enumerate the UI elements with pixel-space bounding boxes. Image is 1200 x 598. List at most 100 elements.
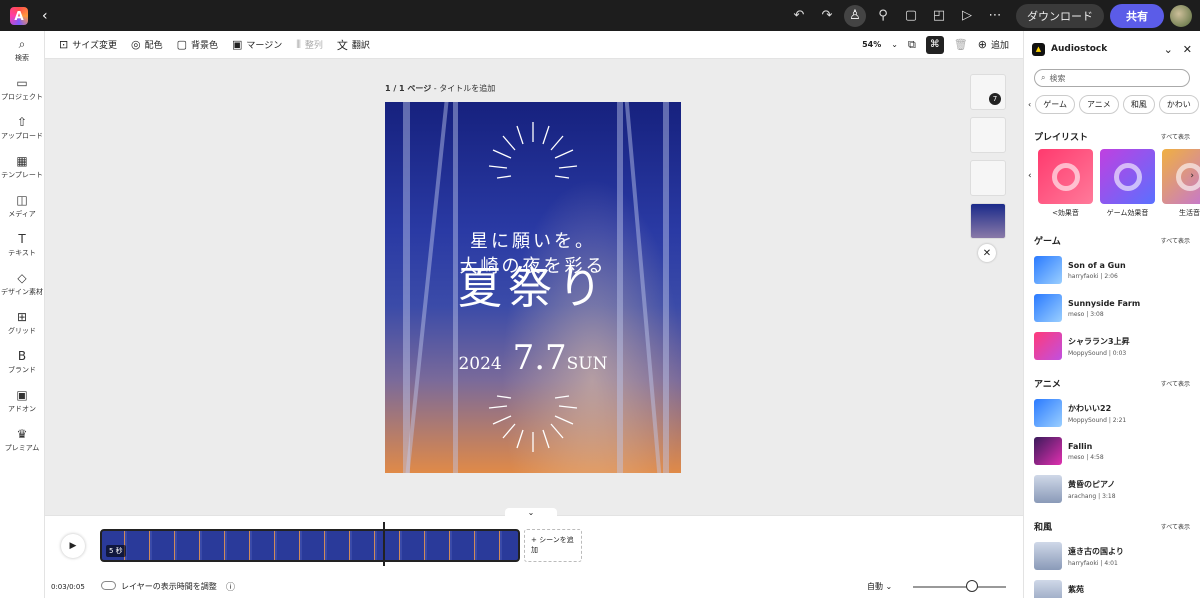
auto-select[interactable]: 自動 ⌄ [867, 581, 892, 592]
sidebar-item-label: 検索 [15, 54, 29, 62]
see-all-link[interactable]: すべて表示 [1161, 379, 1190, 388]
playhead[interactable] [383, 522, 385, 566]
sidebar-item[interactable]: ▦ テンプレート [0, 148, 44, 187]
layers-icon[interactable]: ⧉ [908, 38, 916, 52]
sidebar-item[interactable]: ▣ アドオン [0, 382, 44, 421]
search-input[interactable]: ⌕ 検索 [1034, 69, 1190, 87]
download-button[interactable]: ダウンロード [1016, 3, 1104, 28]
track-name: かわいい22 [1068, 403, 1112, 413]
resize-button[interactable]: ⊡ サイズ変更 [59, 38, 117, 51]
scene-clip[interactable]: 5 秒 [100, 529, 520, 562]
margin-button[interactable]: ▣ マージン [232, 38, 282, 51]
panel-title: Audiostock [1051, 44, 1108, 54]
play-icon[interactable]: ▶ [61, 534, 85, 558]
time-readout: 0:03/0:05 [51, 583, 85, 591]
share-button[interactable]: 共有 [1110, 3, 1164, 28]
chevron-down-icon[interactable]: ⌄ [1164, 43, 1173, 56]
poster[interactable]: 星に願いを。 大崎の夜を彩る 夏祭り 2024 7.7SUN [385, 102, 681, 473]
add-button[interactable]: ⊕ 追加 [978, 38, 1009, 51]
see-all-link[interactable]: すべて表示 [1161, 132, 1190, 141]
present-icon[interactable]: ▷ [956, 5, 978, 27]
track-item[interactable]: Sunnyside Farm meso | 3:08 [1024, 293, 1200, 323]
sidebar-icon: ▣ [16, 388, 28, 402]
thumbnail[interactable] [970, 117, 1006, 153]
comment-icon[interactable]: ▢ [900, 5, 922, 27]
sidebar-item-label: グリッド [8, 327, 36, 335]
track-thumbnail [1034, 580, 1062, 598]
sidebar-item[interactable]: ⇧ アップロード [0, 109, 44, 148]
sidebar-item[interactable]: ▭ プロジェクト [0, 70, 44, 109]
search-icon: ⌕ [1041, 73, 1046, 82]
track-thumbnail [1034, 256, 1062, 284]
track-meta: harryfaoki | 2:06 [1068, 272, 1118, 280]
track-item[interactable]: シャララン3上昇 MoppySound | 0:03 [1024, 331, 1200, 361]
add-scene-button[interactable]: + シーンを追加 [524, 529, 582, 562]
sidebar-item-label: ブランド [8, 366, 36, 374]
chevron-left-icon[interactable]: ‹ [1028, 171, 1032, 181]
track-name: Son of a Gun [1068, 260, 1126, 270]
trash-icon[interactable]: 🗑 [954, 38, 968, 51]
app-logo-icon[interactable]: A [10, 6, 28, 25]
thumbnail-selected[interactable] [970, 203, 1006, 239]
sidebar-item-label: メディア [8, 210, 36, 218]
location-icon[interactable]: ⚲ [872, 5, 894, 27]
track-item[interactable]: 黄昏のピアノ arachang | 3:18 [1024, 474, 1200, 504]
layer-duration-toggle[interactable] [101, 581, 116, 590]
chevron-down-icon[interactable]: ⌄ [891, 40, 898, 49]
avatar[interactable] [1170, 4, 1192, 27]
user-icon[interactable]: ♙ [844, 4, 866, 27]
sidebar-item[interactable]: T テキスト [0, 226, 44, 265]
track-item[interactable]: 紫苑arachang | 3:24 [1024, 579, 1200, 598]
slider-handle[interactable] [966, 580, 978, 592]
sidebar-item[interactable]: ⊞ グリッド [0, 304, 44, 343]
page-label[interactable]: 1 / 1 ページ - タイトルを追加 [385, 83, 495, 94]
grid-toggle-icon[interactable]: ⌘ [925, 35, 944, 54]
thumbnail[interactable] [970, 160, 1006, 196]
track-item[interactable]: Fallin meso | 4:58 [1024, 436, 1200, 466]
sidebar-item[interactable]: ◫ メディア [0, 187, 44, 226]
chat-icon[interactable]: ◰ [928, 5, 950, 27]
translate-button[interactable]: 文翻訳 [337, 37, 370, 53]
sidebar-item[interactable]: ♛ プレミアム [0, 421, 44, 460]
colors-button[interactable]: ◎ 配色 [131, 38, 163, 51]
background-button[interactable]: ▢ 背景色 [177, 38, 218, 51]
redo-icon[interactable]: ↷ [816, 5, 838, 27]
track-item[interactable]: Son of a Gun harryfaoki | 2:06 [1024, 255, 1200, 285]
undo-icon[interactable]: ↶ [788, 5, 810, 27]
playlist-card[interactable]: <効果音 [1038, 149, 1093, 218]
info-icon[interactable]: ⓘ [226, 580, 235, 593]
see-all-link[interactable]: すべて表示 [1161, 522, 1190, 531]
zoom-slider[interactable] [913, 586, 1006, 588]
sidebar-item[interactable]: ⌕ 検索 [0, 31, 44, 70]
sidebar-item-label: テンプレート [1, 171, 43, 179]
align-button[interactable]: ⫴ 整列 [296, 38, 323, 52]
more-icon[interactable]: ⋯ [984, 5, 1006, 27]
category-chip[interactable]: アニメ [1078, 95, 1119, 114]
clip-duration: 5 秒 [106, 545, 126, 557]
playlist-card[interactable]: 生活音 [1162, 149, 1200, 218]
category-chip[interactable]: ゲーム [1035, 95, 1075, 114]
zoom-level[interactable]: 54% [862, 40, 881, 49]
track-name: 黄昏のピアノ [1068, 479, 1116, 489]
track-item[interactable]: かわいい22 MoppySound | 2:21 [1024, 398, 1200, 428]
category-chip[interactable]: かわい [1158, 95, 1199, 114]
see-all-link[interactable]: すべて表示 [1161, 236, 1190, 245]
close-icon[interactable]: ✕ [1183, 43, 1192, 56]
playlist-card[interactable]: ゲーム効果音 [1100, 149, 1155, 218]
firework-icon [488, 122, 578, 179]
back-icon[interactable]: ‹ [42, 8, 48, 24]
track-thumbnail [1034, 542, 1062, 570]
chevron-right-icon[interactable]: › [1190, 171, 1194, 181]
chevron-left-icon[interactable]: ‹ [1028, 100, 1031, 109]
thumbnail[interactable]: 7 [970, 74, 1006, 110]
category-chip[interactable]: 和風 [1122, 95, 1155, 114]
sidebar-item[interactable]: ◇ デザイン素材 [0, 265, 44, 304]
chevron-down-icon[interactable]: ⌄ [505, 508, 557, 520]
track-meta: meso | 3:08 [1068, 310, 1104, 318]
track-name: シャララン3上昇 [1068, 336, 1130, 346]
close-icon[interactable]: ✕ [978, 244, 996, 262]
firework-icon [488, 395, 578, 452]
track-item[interactable]: 遠き古の国より harryfaoki | 4:01 [1024, 541, 1200, 571]
sidebar-item[interactable]: B ブランド [0, 343, 44, 382]
track-thumbnail [1034, 332, 1062, 360]
